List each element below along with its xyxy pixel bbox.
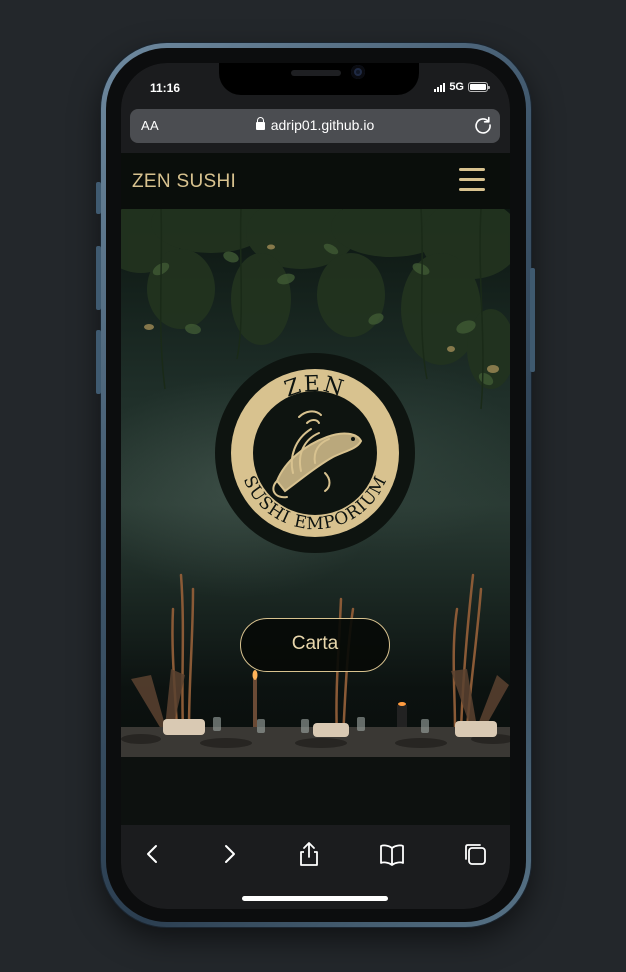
table-cloth bbox=[121, 757, 510, 825]
reload-icon[interactable] bbox=[473, 115, 493, 135]
address-bar[interactable]: AA adrip01.github.io bbox=[130, 109, 500, 143]
zen-sushi-logo: ZEN SUSHI EMPORIUM bbox=[215, 353, 415, 553]
status-indicators: 5G bbox=[434, 81, 490, 93]
network-type: 5G bbox=[449, 81, 464, 93]
url-display[interactable]: adrip01.github.io bbox=[130, 117, 500, 133]
earpiece-speaker bbox=[291, 70, 341, 76]
lock-icon bbox=[255, 117, 265, 130]
volume-up-button bbox=[96, 246, 101, 310]
status-bar: 11:16 5G bbox=[121, 63, 510, 109]
candles bbox=[252, 670, 407, 727]
power-button bbox=[530, 268, 535, 372]
bookmarks-icon[interactable] bbox=[378, 840, 406, 868]
site-brand[interactable]: ZEN SUSHI bbox=[132, 171, 236, 193]
url-text: adrip01.github.io bbox=[270, 117, 375, 133]
hero-section: ZEN SUSHI EMPORIUM Carta bbox=[121, 209, 510, 825]
tabs-icon[interactable] bbox=[461, 840, 489, 868]
battery-fill bbox=[470, 84, 486, 90]
hamburger-menu-icon[interactable] bbox=[459, 168, 485, 192]
phone-screen: 11:16 5G AA adrip01.github.io ZEN SUSHI bbox=[121, 63, 510, 909]
action-button bbox=[96, 182, 101, 214]
back-icon[interactable] bbox=[139, 840, 167, 868]
home-indicator bbox=[242, 896, 388, 901]
carta-button[interactable]: Carta bbox=[240, 618, 390, 672]
status-time: 11:16 bbox=[150, 81, 181, 95]
share-icon[interactable] bbox=[295, 840, 323, 868]
front-camera bbox=[351, 65, 365, 79]
forward-icon[interactable] bbox=[215, 840, 243, 868]
battery-icon bbox=[468, 82, 490, 92]
cellular-signal-icon bbox=[434, 82, 446, 92]
volume-down-button bbox=[96, 330, 101, 394]
site-navbar: ZEN SUSHI bbox=[121, 153, 510, 209]
browser-address-area: AA adrip01.github.io bbox=[121, 109, 510, 153]
browser-toolbar bbox=[121, 825, 510, 909]
notch bbox=[219, 63, 419, 95]
